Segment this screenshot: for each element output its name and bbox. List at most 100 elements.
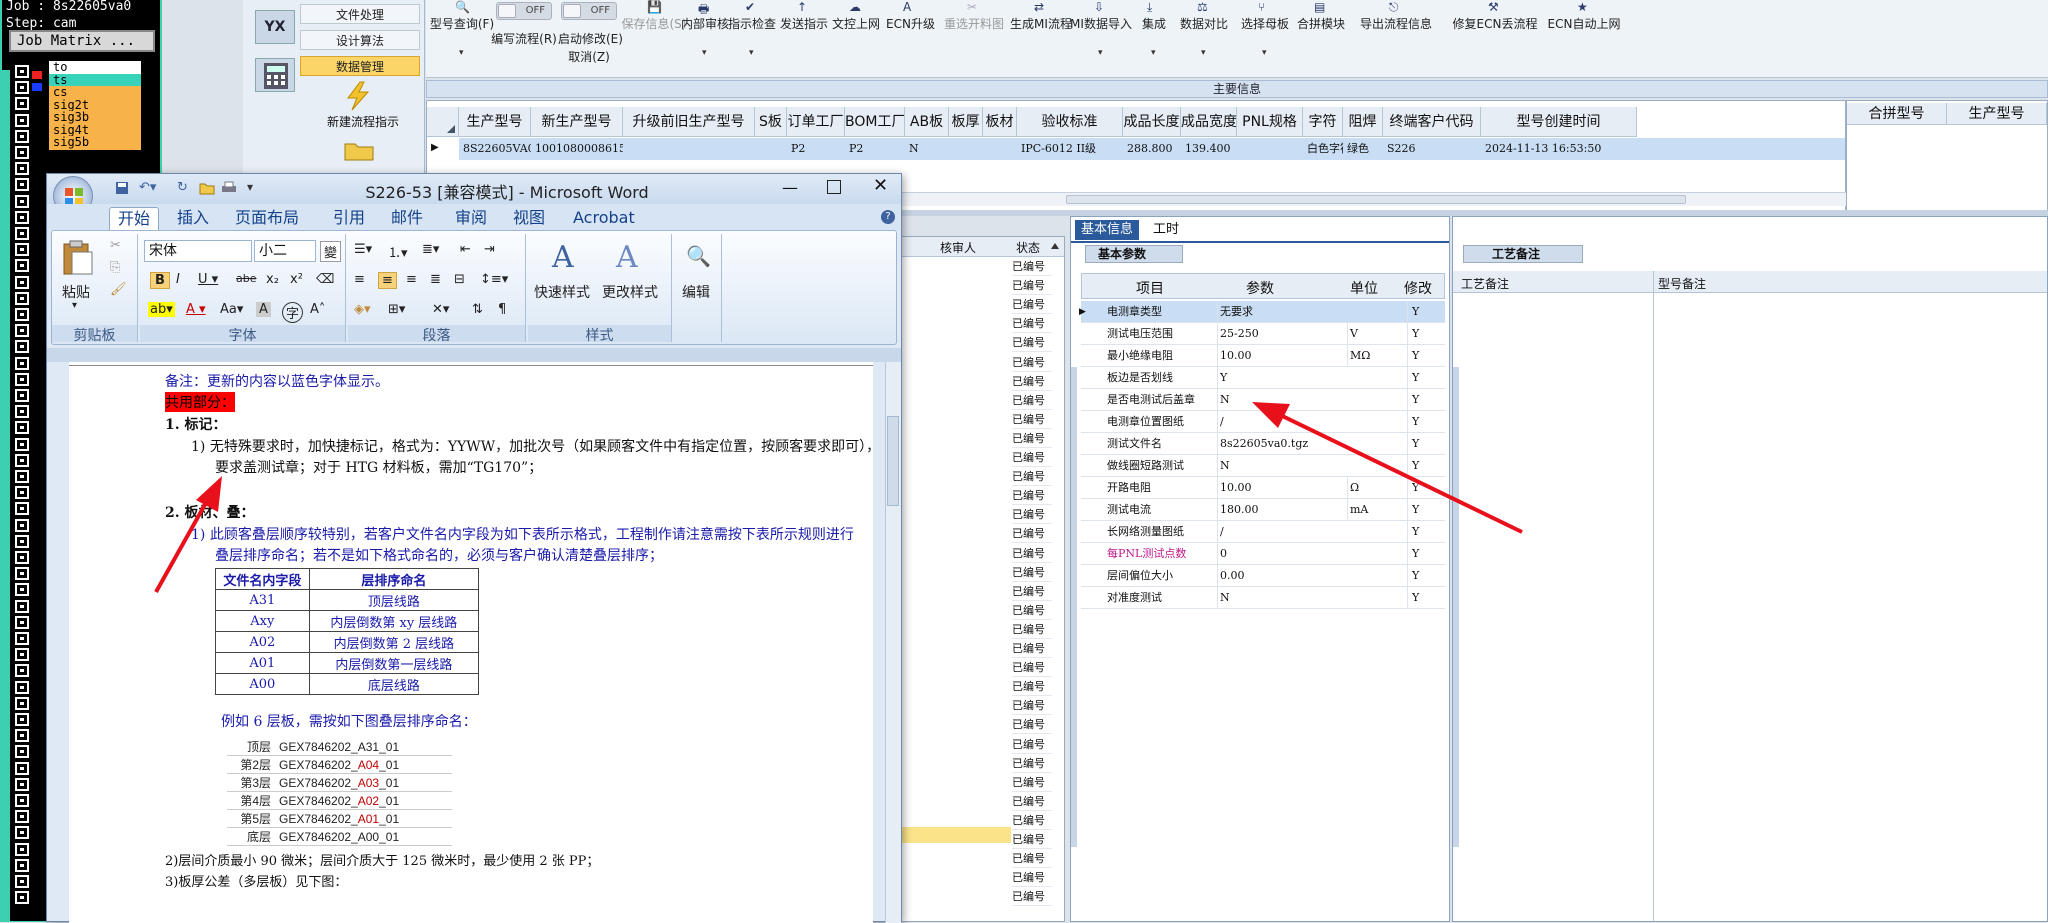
layer-checkbox[interactable] (15, 826, 29, 840)
tab-basic-info[interactable]: 基本信息 (1075, 220, 1140, 240)
column-header[interactable]: 升级前旧生产型号 (623, 107, 755, 137)
status-cell[interactable]: 已编号 (1012, 333, 1052, 353)
param-row[interactable]: 开路电阻 10.00 Ω Y (1081, 477, 1445, 499)
layer-row[interactable]: sig5b (49, 136, 141, 150)
tab-work-hours[interactable]: 工时 (1147, 220, 1185, 240)
layer-checkbox[interactable] (15, 696, 29, 710)
layer-checkbox[interactable] (15, 194, 29, 208)
quick-styles-button[interactable]: 快速样式 (534, 282, 590, 302)
param-row[interactable]: 电测章位置图纸 / Y (1081, 411, 1445, 433)
param-value[interactable]: 0.00 (1217, 565, 1335, 587)
tab-references[interactable]: 引用 (325, 207, 373, 230)
param-value[interactable]: 无要求 (1217, 301, 1335, 323)
maximize-button[interactable] (827, 180, 841, 194)
param-value[interactable]: 8s22605va0.tgz (1217, 433, 1335, 455)
layer-checkbox[interactable] (15, 453, 29, 467)
layer-checkbox[interactable] (15, 97, 29, 111)
layer-checkbox[interactable] (15, 664, 29, 678)
font-color-icon[interactable]: A ▾ (186, 302, 206, 317)
status-cell[interactable]: 已编号 (1012, 868, 1052, 888)
word-vertical-scrollbar[interactable] (885, 362, 901, 923)
status-cell[interactable]: 已编号 (1012, 295, 1052, 315)
toolbar-print-button[interactable]: 🖶 内部审核 ▾ (680, 0, 730, 76)
chevron-down-icon[interactable]: ▾ (702, 48, 707, 58)
toggle-knob[interactable] (563, 4, 581, 18)
table-cell[interactable]: 8S22605VA0 (459, 138, 531, 160)
chevron-down-icon[interactable]: ▾ (749, 48, 754, 58)
layer-checkbox[interactable] (15, 615, 29, 629)
borders-icon[interactable]: ⊞▾ (388, 302, 405, 317)
param-value[interactable]: 0 (1217, 543, 1335, 565)
copy-icon[interactable]: ⎘ (110, 260, 120, 275)
job-matrix-button[interactable]: Job Matrix ... (9, 30, 155, 52)
table-cell[interactable]: S226 (1383, 138, 1481, 160)
layer-checkbox[interactable] (15, 567, 29, 581)
status-cell[interactable]: 已编号 (1012, 582, 1052, 601)
format-painter-icon[interactable]: 🖌 (110, 282, 127, 297)
toolbar-cloud-button[interactable]: ☁ 文控上网 (830, 0, 882, 76)
tab-view[interactable]: 视图 (505, 207, 553, 230)
cut-icon[interactable]: ✂ (110, 238, 121, 253)
tab-mailings[interactable]: 邮件 (383, 207, 431, 230)
layer-checkbox[interactable] (15, 340, 29, 354)
status-cell[interactable]: 已编号 (1012, 639, 1052, 658)
status-cell[interactable]: 已编号 (1012, 372, 1052, 391)
toolbar-branch-button[interactable]: ⑂ 选择母板 ▾ (1238, 0, 1292, 76)
shading-icon[interactable]: ◈▾ (354, 302, 371, 317)
layer-checkbox[interactable] (15, 405, 29, 419)
table-cell[interactable]: P2 (787, 138, 845, 160)
table-cell[interactable]: 2024-11-13 16:53:50 (1481, 138, 1637, 160)
superscript-button[interactable]: x² (290, 272, 303, 287)
tab-process-remarks[interactable]: 工艺备注 (1463, 245, 1583, 263)
param-value[interactable]: N (1217, 389, 1335, 411)
layer-checkbox[interactable] (15, 842, 29, 856)
layer-checkbox[interactable] (15, 858, 29, 872)
layer-checkbox[interactable] (15, 761, 29, 775)
merge-model-header[interactable]: 合拼型号 (1847, 103, 1947, 125)
layer-checkbox[interactable] (15, 389, 29, 402)
layer-checkbox[interactable] (15, 227, 29, 240)
model-remark-header[interactable]: 型号备注 (1658, 275, 1706, 292)
status-cell[interactable]: 已编号 (1012, 754, 1052, 773)
layer-checkbox[interactable] (15, 210, 29, 224)
chinese-layout-icon[interactable]: ✕▾ (432, 302, 449, 317)
toolbar-check-button[interactable]: ✔ 指示检查 ▾ (726, 0, 778, 76)
toolbar-toggle-off-button[interactable]: OFF 启动修改(E) 取消(Z) (558, 0, 623, 76)
param-row[interactable]: 测试电压范围 25-250 V Y (1081, 323, 1445, 345)
param-value[interactable]: N (1217, 455, 1335, 477)
editing-button[interactable]: 编辑 (682, 282, 710, 302)
param-row[interactable]: ▶ 电测章类型 无要求 Y (1079, 301, 1445, 323)
param-mod[interactable]: Y (1407, 477, 1447, 499)
bullets-icon[interactable]: ☰▾ (354, 242, 372, 257)
param-value[interactable]: 10.00 (1217, 345, 1335, 367)
toolbar-send-button[interactable]: ↑ 发送指示 (778, 0, 830, 76)
layer-checkbox[interactable] (15, 356, 29, 370)
layer-checkbox[interactable] (15, 437, 29, 451)
column-header[interactable]: 板厚 (949, 107, 983, 137)
param-mod[interactable]: Y (1407, 543, 1447, 565)
param-mod[interactable]: Y (1407, 411, 1447, 433)
enclose-char-icon[interactable]: 字 (282, 302, 304, 323)
change-styles-button[interactable]: 更改样式 (602, 282, 658, 302)
tab-layout[interactable]: 页面布局 (227, 207, 307, 230)
italic-button[interactable]: I (176, 272, 180, 287)
grow-font-icon[interactable]: A˄ (310, 302, 325, 317)
strikethrough-button[interactable]: abe (236, 272, 257, 285)
table-cell[interactable]: 10010800086157 (531, 138, 623, 160)
paste-button[interactable]: 粘贴 (62, 282, 90, 302)
new-flow-button[interactable]: 新建流程指示 (303, 113, 423, 130)
param-row[interactable]: 板边是否划线 Y Y (1081, 367, 1445, 389)
toolbar-download-button[interactable]: ⤓ 集成 ▾ (1134, 0, 1174, 76)
decrease-indent-icon[interactable]: ⇤ (460, 242, 471, 257)
column-header[interactable]: 阻焊 (1343, 107, 1383, 137)
toolbar-toggle-off-button[interactable]: OFF 编写流程(R) (490, 0, 558, 76)
status-cell[interactable]: 已编号 (1012, 448, 1052, 467)
status-cell[interactable]: 已编号 (1012, 505, 1052, 525)
numbering-icon[interactable]: ⒈▾ (388, 242, 408, 261)
table-cell[interactable]: IPC-6012 II级 (1017, 138, 1123, 160)
layer-checkbox[interactable] (15, 129, 29, 143)
change-styles-icon[interactable]: A (616, 240, 638, 275)
layer-checkbox[interactable] (15, 308, 29, 321)
column-header[interactable]: 订单工厂 (787, 107, 845, 137)
underline-button[interactable]: U ▾ (198, 272, 218, 287)
